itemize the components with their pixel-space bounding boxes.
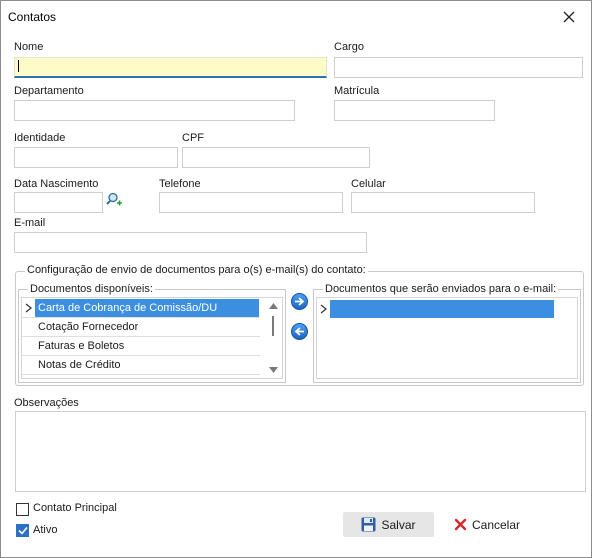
observacoes-label: Observações	[14, 397, 79, 409]
arrow-right-icon	[295, 297, 305, 306]
row-indicator-icon	[22, 303, 35, 313]
dialog-title: Contatos	[8, 10, 57, 24]
magnifier-icon	[106, 192, 122, 206]
available-docs-scrollbar[interactable]	[265, 298, 282, 378]
observacoes-textarea[interactable]	[15, 411, 586, 492]
cancelar-label: Cancelar	[471, 517, 521, 532]
data-nascimento-label: Data Nascimento	[14, 178, 99, 190]
send-docs-title: Documentos que serão enviados para o e-m…	[323, 283, 559, 295]
matricula-input[interactable]	[334, 100, 495, 121]
checkmark-icon	[17, 526, 28, 535]
departamento-label: Departamento	[14, 85, 84, 97]
list-item[interactable]	[317, 299, 555, 318]
list-item-label	[330, 299, 554, 318]
close-button[interactable]	[557, 5, 581, 29]
identidade-input[interactable]	[14, 147, 178, 168]
matricula-label: Matrícula	[334, 85, 380, 97]
available-docs-title: Documentos disponíveis:	[28, 283, 155, 295]
date-lookup-button[interactable]	[105, 191, 123, 209]
scrollbar-thumb[interactable]	[272, 316, 274, 336]
celular-label: Celular	[351, 178, 386, 190]
list-item-label: Carta de Cobrança de Comissão/DU	[35, 299, 259, 317]
salvar-label: Salvar	[381, 517, 416, 532]
arrow-left-icon	[294, 327, 304, 336]
nome-input[interactable]	[14, 57, 327, 78]
salvar-button[interactable]: Salvar	[343, 512, 434, 537]
ativo-checkbox[interactable]	[16, 524, 29, 537]
remove-document-button[interactable]	[291, 323, 308, 340]
telefone-input[interactable]	[159, 192, 343, 213]
identidade-label: Identidade	[14, 132, 66, 144]
close-icon	[563, 11, 575, 23]
scroll-down-icon[interactable]	[269, 367, 278, 373]
contatos-dialog: Contatos Nome Cargo Departamento Matrícu…	[0, 0, 592, 558]
cpf-label: CPF	[182, 132, 204, 144]
cargo-label: Cargo	[334, 41, 364, 53]
contato-principal-checkbox[interactable]	[16, 503, 29, 516]
list-item-label: Cotação Fornecedor	[38, 321, 139, 333]
data-nascimento-input[interactable]	[14, 192, 103, 213]
list-item[interactable]: Faturas e Boletos	[22, 337, 260, 356]
list-item-label: Notas de Crédito	[38, 359, 121, 371]
list-item[interactable]: Cotação Fornecedor	[22, 318, 260, 337]
list-item[interactable]: Notas de Crédito	[22, 356, 260, 375]
nome-label: Nome	[14, 41, 44, 53]
cancel-x-icon	[454, 518, 467, 531]
cancelar-button[interactable]: Cancelar	[447, 512, 527, 537]
row-indicator-icon	[317, 304, 330, 314]
telefone-label: Telefone	[159, 178, 201, 190]
send-docs-list[interactable]	[316, 297, 578, 379]
ativo-label[interactable]: Ativo	[33, 524, 57, 536]
add-document-button[interactable]	[291, 293, 308, 310]
text-caret	[18, 60, 19, 72]
departamento-input[interactable]	[14, 100, 295, 121]
available-docs-list[interactable]: Carta de Cobrança de Comissão/DU Cotação…	[21, 297, 283, 379]
cargo-input[interactable]	[334, 57, 583, 78]
list-item[interactable]: Carta de Cobrança de Comissão/DU	[22, 299, 260, 318]
cpf-input[interactable]	[182, 147, 370, 168]
scroll-up-icon[interactable]	[269, 303, 278, 309]
docs-config-title: Configuração de envio de documentos para…	[25, 264, 368, 276]
email-input[interactable]	[14, 232, 367, 253]
contato-principal-label[interactable]: Contato Principal	[33, 502, 117, 514]
list-item-label: Faturas e Boletos	[38, 340, 125, 352]
celular-input[interactable]	[351, 192, 535, 213]
floppy-disk-icon	[361, 517, 376, 532]
email-label: E-mail	[14, 217, 46, 229]
